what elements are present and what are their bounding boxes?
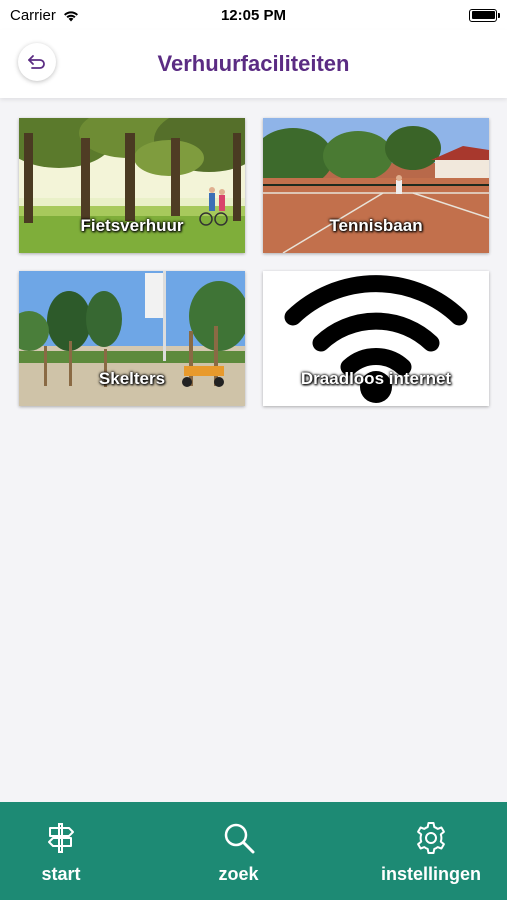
carrier-label: Carrier (10, 6, 56, 24)
signpost-icon (43, 820, 79, 856)
tile-tennisbaan[interactable]: Tennisbaan (263, 118, 489, 253)
tab-label: start (41, 864, 81, 884)
back-button[interactable] (18, 43, 56, 81)
gear-icon (413, 820, 449, 856)
status-bar: Carrier 12:05 PM (0, 0, 507, 30)
tab-label: instellingen (380, 864, 481, 884)
search-icon (221, 820, 257, 856)
wifi-signal-icon (63, 10, 78, 21)
facilities-grid: Fietsverhuur Tennisbaan Skelters Draadlo… (19, 118, 490, 406)
tile-label: Skelters (98, 369, 166, 388)
tab-zoek[interactable]: zoek (194, 820, 284, 885)
tile-fietsverhuur[interactable]: Fietsverhuur (19, 118, 245, 253)
tile-label: Fietsverhuur (80, 216, 184, 235)
nav-bar: Verhuurfaciliteiten (0, 30, 507, 98)
tab-instellingen[interactable]: instellingen (371, 820, 491, 885)
status-left: Carrier (10, 7, 80, 24)
tab-bar: start zoek instellingen (0, 802, 507, 900)
tab-start[interactable]: start (16, 820, 106, 885)
tile-label: Draadloos internet (300, 369, 452, 388)
back-arrow-icon (28, 55, 45, 69)
tab-label: zoek (218, 864, 259, 884)
battery-icon (469, 8, 500, 22)
tile-skelters[interactable]: Skelters (19, 271, 245, 406)
page-title: Verhuurfaciliteiten (157, 51, 350, 76)
tile-draadloos-internet[interactable]: Draadloos internet (263, 271, 489, 406)
tile-label: Tennisbaan (329, 216, 423, 235)
